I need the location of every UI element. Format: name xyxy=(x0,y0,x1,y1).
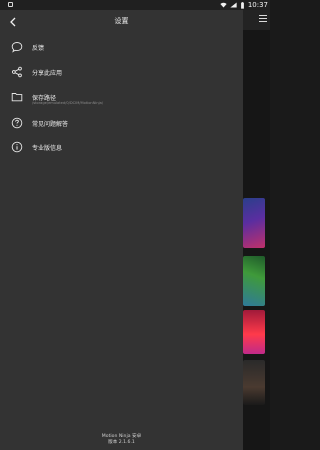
page-title: 设置 xyxy=(114,17,129,25)
wifi-icon xyxy=(220,2,227,8)
save-path-value: /storage/emulated/0/DCIM/MotionNinja/ xyxy=(32,101,104,105)
menu-item-feedback[interactable]: 反馈 xyxy=(0,37,243,57)
menu-item-pro-info[interactable]: 专业版信息 xyxy=(0,137,243,157)
menu-item-faq[interactable]: 常见问题解答 xyxy=(0,113,243,133)
thumbnail-image[interactable] xyxy=(243,256,265,306)
info-circle-icon xyxy=(11,141,23,153)
menu-item-share[interactable]: 分享此应用 xyxy=(0,62,243,82)
menu-item-label: 分享此应用 xyxy=(32,70,63,77)
screen: 10:37 设置 反馈 分享此应用 保存路径 /storage/emulated… xyxy=(0,0,270,450)
version-info: Motion Ninja 安卓 版本 2.1.6.1 xyxy=(0,434,243,446)
notification-icon xyxy=(8,2,13,7)
drawer-header: 设置 xyxy=(0,10,243,34)
version-text: 版本 2.1.6.1 xyxy=(108,440,135,445)
battery-icon xyxy=(240,1,244,9)
settings-drawer: 设置 反馈 分享此应用 保存路径 /storage/emulated/0/DCI… xyxy=(0,10,243,450)
menu-item-label: 专业版信息 xyxy=(32,145,63,152)
menu-item-save-path[interactable]: 保存路径 /storage/emulated/0/DCIM/MotionNinj… xyxy=(0,87,243,109)
menu-item-label: 常见问题解答 xyxy=(32,121,69,128)
thumbnail-image[interactable] xyxy=(243,198,265,248)
chat-bubble-icon xyxy=(11,42,23,53)
menu-icon[interactable] xyxy=(259,15,267,23)
folder-icon xyxy=(11,93,23,102)
thumbnail-image[interactable] xyxy=(243,310,265,354)
signal-icon xyxy=(230,2,237,8)
thumbnail-image[interactable] xyxy=(243,360,265,405)
share-icon xyxy=(11,66,22,78)
clock: 10:37 xyxy=(247,1,268,9)
menu-item-label: 反馈 xyxy=(32,45,45,52)
help-circle-icon xyxy=(11,117,23,129)
background-app xyxy=(243,10,270,450)
background-toolbar xyxy=(243,10,270,30)
status-bar: 10:37 xyxy=(0,0,270,10)
